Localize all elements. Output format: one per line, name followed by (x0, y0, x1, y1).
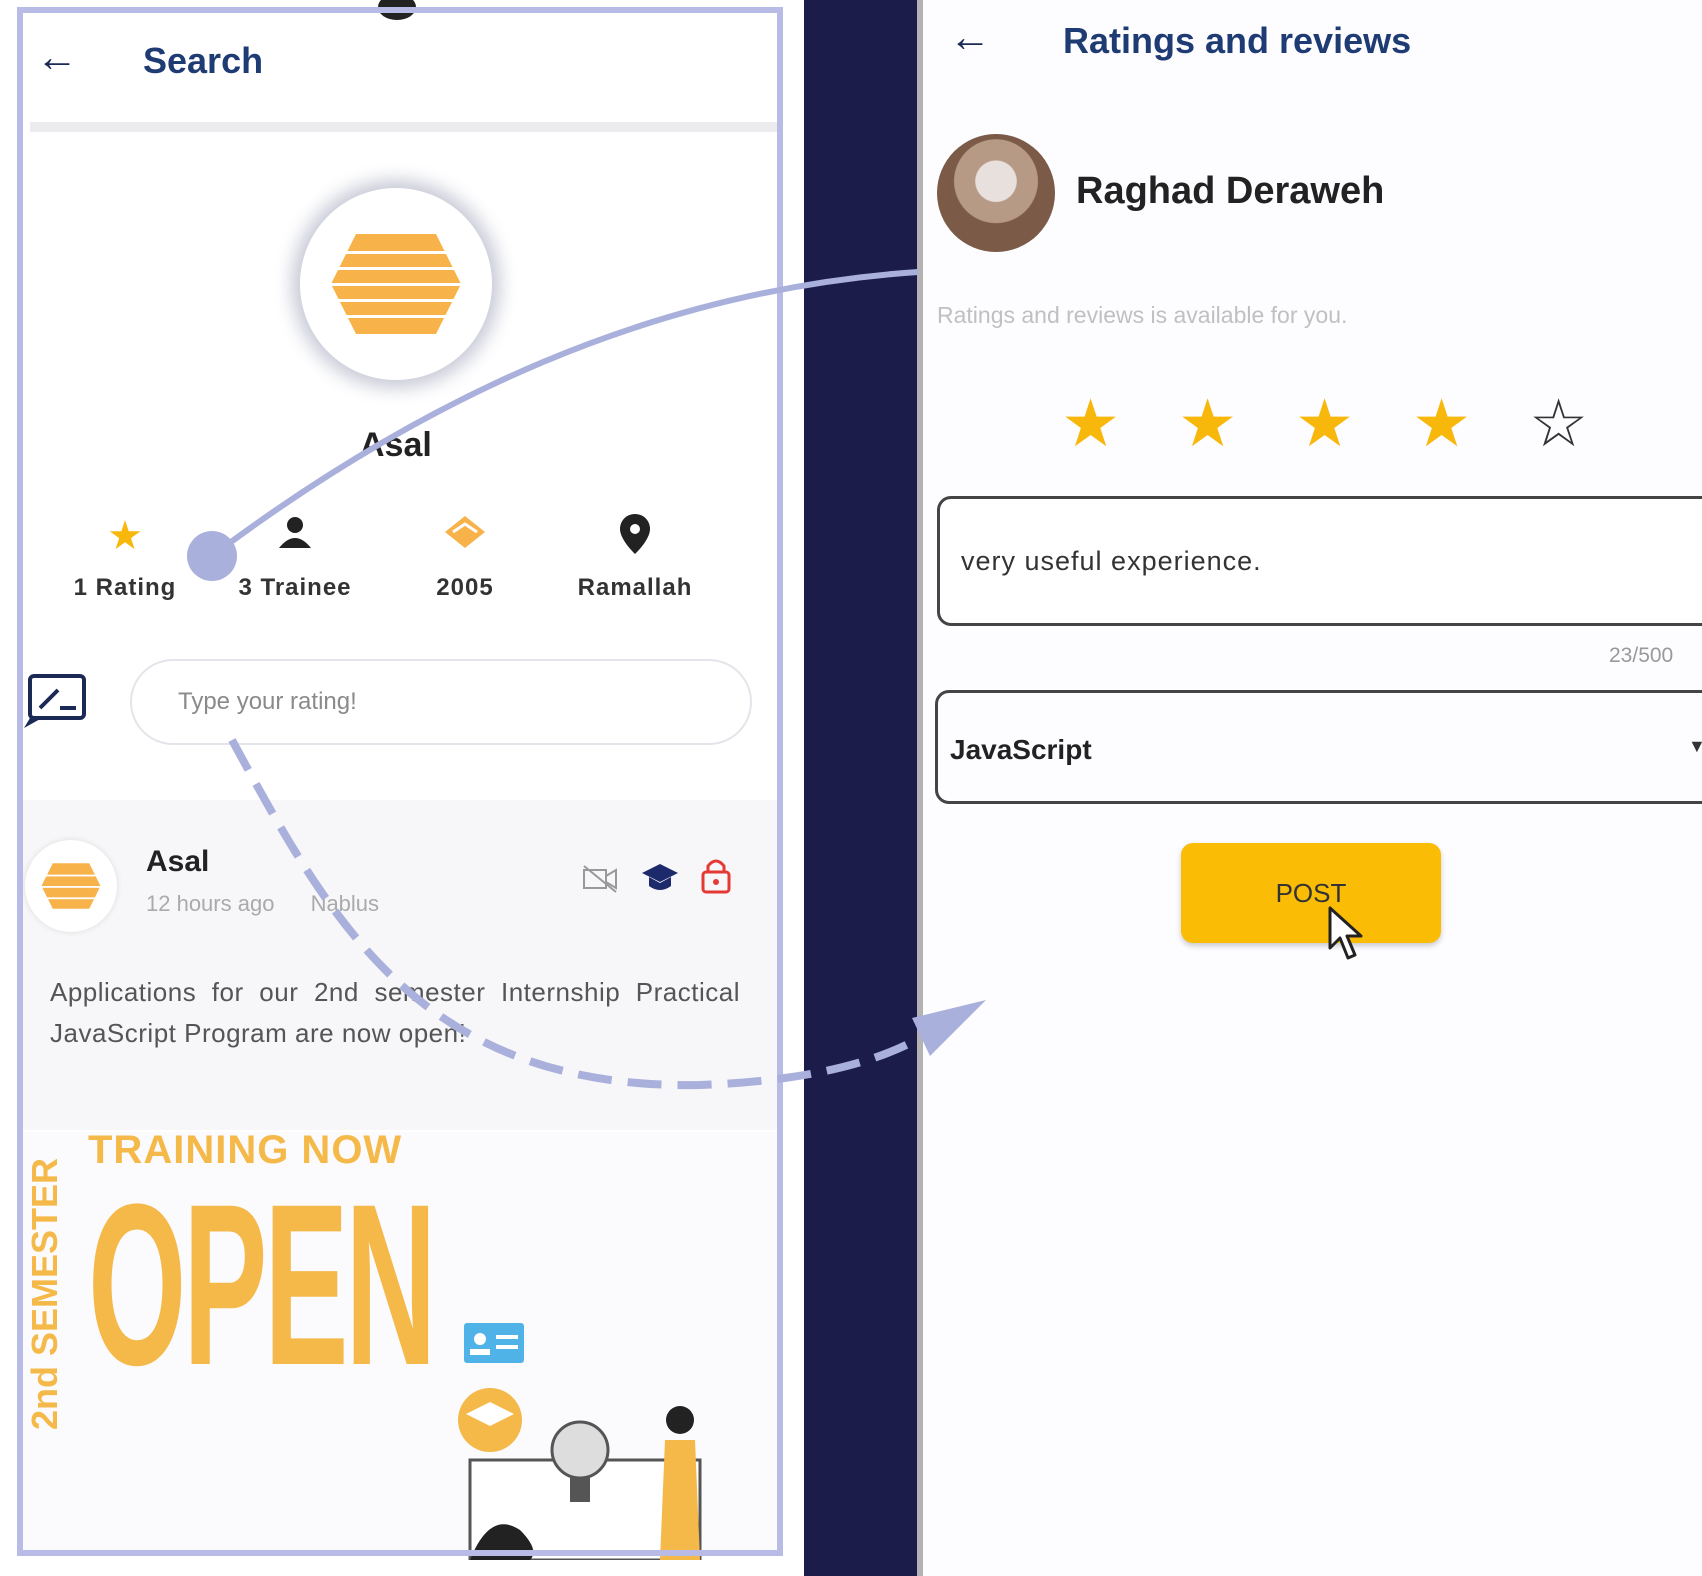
post-time: 12 hours ago (146, 891, 275, 916)
stat-label: Ramallah (577, 574, 693, 601)
post-card (23, 800, 777, 1130)
stat-location[interactable]: Ramallah (560, 514, 710, 602)
page-title: Ratings and reviews (1063, 20, 1412, 61)
mouse-cursor-icon (1328, 906, 1363, 960)
post-text: Applications for our 2nd semester Intern… (50, 977, 740, 1048)
star-filled-icon[interactable]: ★ (1412, 390, 1529, 456)
stat-founded: 2005 (390, 514, 540, 602)
profile-avatar (300, 188, 492, 380)
graduation-cap-icon (640, 862, 680, 903)
banner-illustration (458, 1388, 702, 1560)
lock-icon (701, 856, 731, 903)
stat-trainees[interactable]: 3 Trainee (220, 514, 370, 602)
company-logo-icon (326, 234, 466, 334)
review-text[interactable]: very useful experience. (961, 546, 1262, 577)
post-meta: 12 hours ago Nablus (146, 891, 409, 917)
user-avatar (937, 134, 1055, 252)
poster-name[interactable]: Asal (146, 845, 209, 879)
poster-avatar[interactable] (25, 840, 117, 932)
arrow-left-icon[interactable]: ← (36, 36, 78, 78)
star-filled-icon[interactable]: ★ (1061, 390, 1178, 456)
video-off-icon (582, 864, 620, 903)
stat-label: 2005 (436, 574, 494, 601)
post-tags (582, 856, 747, 903)
right-screen: ← Ratings and reviews Raghad Deraweh Rat… (917, 0, 1702, 1576)
stat-label: 3 Trainee (238, 574, 352, 601)
star-rating[interactable]: ★ ★ ★ ★ ☆ (1061, 390, 1646, 456)
arrow-left-icon[interactable]: ← (949, 16, 991, 58)
id-card-icon (464, 1323, 524, 1363)
course-select-value[interactable]: JavaScript (950, 734, 1092, 766)
handshake-icon (390, 514, 540, 562)
banner-vertical-text: 2nd SEMESTER (24, 1157, 65, 1430)
page-title: Search (143, 40, 264, 81)
post-button[interactable]: POST (1181, 843, 1441, 943)
banner-big-text: OPEN (88, 1156, 437, 1413)
user-name: Raghad Deraweh (1076, 170, 1385, 212)
availability-hint: Ratings and reviews is available for you… (937, 302, 1348, 328)
stat-ratings[interactable]: ★ 1 Rating (50, 514, 200, 602)
person-icon (220, 514, 370, 562)
dropdown-caret-icon[interactable]: ▼ (1688, 736, 1702, 757)
header-divider (30, 122, 778, 132)
rate-review-icon[interactable] (24, 670, 90, 730)
star-filled-icon[interactable]: ★ (1295, 390, 1412, 456)
char-counter: 23/500 (1609, 644, 1674, 667)
rating-input[interactable] (176, 687, 720, 717)
left-screen: ← Search Asal ★ 1 Rating 3 Trainee 2005 (0, 0, 804, 1576)
search-header (23, 13, 777, 123)
location-pin-icon (560, 514, 710, 562)
star-icon: ★ (107, 514, 143, 558)
stat-label: 1 Rating (73, 574, 177, 601)
profile-name: Asal (360, 426, 432, 464)
rating-input-field[interactable] (130, 659, 752, 745)
star-outline-icon[interactable]: ☆ (1529, 390, 1646, 456)
star-filled-icon[interactable]: ★ (1178, 390, 1295, 456)
post-location: Nablus (310, 891, 380, 916)
company-logo-icon (39, 863, 103, 909)
